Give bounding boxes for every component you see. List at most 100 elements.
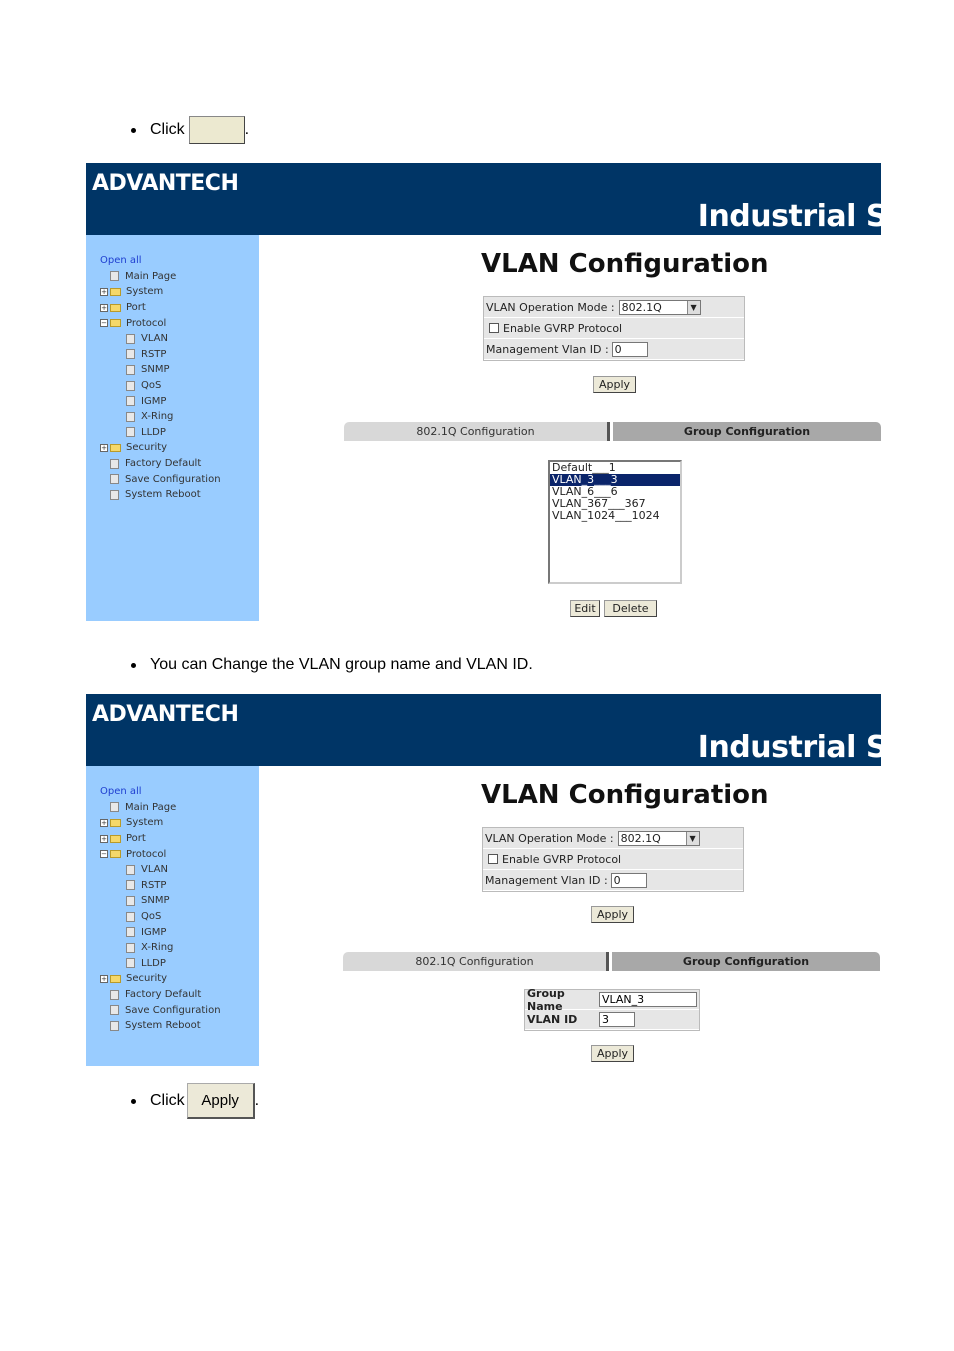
config-tabs: 802.1Q Configuration Group Configuration (344, 422, 881, 441)
page-icon (126, 333, 135, 344)
apply-group-button[interactable]: Apply (591, 1045, 634, 1062)
nav-tree: Open all Main Page + System + Port − Protoc… (100, 253, 221, 503)
nav-system[interactable]: + System (100, 815, 221, 831)
nav-system-reboot[interactable]: System Reboot (100, 487, 221, 503)
vlan-id-row: VLAN ID 3 (525, 1010, 699, 1030)
nav-protocol[interactable]: − Protocol (100, 846, 221, 862)
mode-select[interactable]: 802.1Q ▼ (618, 299, 701, 315)
delete-button[interactable]: Delete (604, 600, 657, 617)
nav-qos[interactable]: QoS (100, 378, 221, 394)
nav-security[interactable]: + Security (100, 971, 221, 987)
page-icon (126, 895, 135, 906)
nav-igmp[interactable]: IGMP (100, 924, 221, 940)
expand-icon[interactable]: + (100, 818, 108, 827)
brand-title: Industrial S (697, 730, 881, 765)
nav-qos[interactable]: QoS (100, 909, 221, 925)
nav-lldp[interactable]: LLDP (100, 425, 221, 441)
expand-icon[interactable]: + (100, 287, 108, 296)
nav-save-configuration[interactable]: Save Configuration (100, 1002, 221, 1018)
bullet-dot (131, 127, 136, 133)
gvrp-checkbox[interactable] (488, 854, 498, 864)
page-title: VLAN Configuration (481, 780, 769, 810)
advantech-logo: ADVANTECH (92, 702, 239, 727)
mgmt-label: Management Vlan ID : (486, 342, 609, 356)
nav-main-page[interactable]: Main Page (100, 269, 221, 285)
apply-button[interactable]: Apply (591, 906, 634, 923)
edit-button[interactable]: Edit (570, 600, 600, 617)
nav-port[interactable]: + Port (100, 300, 221, 316)
brand-title: Industrial S (697, 199, 881, 234)
expand-icon[interactable]: + (100, 974, 108, 983)
nav-x-ring[interactable]: X-Ring (100, 409, 221, 425)
gvrp-label: Enable GVRP Protocol (502, 852, 622, 866)
mode-row: VLAN Operation Mode : 802.1Q ▼ (483, 828, 743, 849)
config-tabs: 802.1Q Configuration Group Configuration (343, 952, 880, 971)
collapse-icon[interactable]: − (100, 319, 108, 328)
folder-icon (110, 818, 121, 827)
group-name-label: Group Name (527, 986, 565, 1013)
page-icon (126, 364, 135, 375)
step-3: Click Apply . (131, 1083, 259, 1119)
expand-icon[interactable]: + (100, 834, 108, 843)
screenshot-vlan-edit: ADVANTECH Industrial S Open all Main Pag… (86, 694, 881, 1066)
nav-protocol[interactable]: − Protocol (100, 315, 221, 331)
tab-8021q-configuration[interactable]: 802.1Q Configuration (343, 952, 609, 971)
mode-select[interactable]: 802.1Q ▼ (617, 830, 700, 846)
nav-vlan[interactable]: VLAN (100, 331, 221, 347)
group-name-input[interactable]: VLAN_3 (599, 992, 697, 1007)
folder-open-icon (110, 850, 121, 859)
group-edit-form: Group Name VLAN_3 VLAN ID 3 (524, 986, 700, 1031)
vlan-group-list[interactable]: Default___1 VLAN_3___3 VLAN_6___6 VLAN_3… (548, 460, 682, 584)
page-icon (126, 411, 135, 422)
tab-8021q-configuration[interactable]: 802.1Q Configuration (344, 422, 610, 441)
expand-icon[interactable]: + (100, 443, 108, 452)
nav-factory-default[interactable]: Factory Default (100, 456, 221, 472)
folder-icon (110, 834, 121, 843)
apply-button[interactable]: Apply (593, 376, 636, 393)
page-icon (110, 271, 119, 282)
vlan-settings-form: VLAN Operation Mode : 802.1Q ▼ Enable GVR… (483, 296, 745, 361)
expand-icon[interactable]: + (100, 303, 108, 312)
nav-system-reboot[interactable]: System Reboot (100, 1018, 221, 1034)
apply-button-sample: Apply (186, 1083, 255, 1119)
page-icon (126, 911, 135, 922)
gvrp-checkbox[interactable] (489, 323, 499, 333)
nav-main-page[interactable]: Main Page (100, 800, 221, 816)
page-icon (110, 458, 119, 469)
vlan-id-input[interactable]: 3 (599, 1012, 635, 1027)
page-icon (126, 942, 135, 953)
mgmt-vlan-input[interactable]: 0 (610, 872, 647, 888)
page-icon (110, 474, 119, 485)
tab-group-configuration[interactable]: Group Configuration (613, 422, 881, 441)
folder-icon (110, 303, 121, 312)
page-title: VLAN Configuration (481, 249, 769, 279)
gvrp-row: Enable GVRP Protocol (484, 318, 744, 339)
step-3-suffix: . (254, 1092, 260, 1109)
open-all-link[interactable]: Open all (100, 784, 221, 800)
nav-snmp[interactable]: SNMP (100, 893, 221, 909)
collapse-icon[interactable]: − (100, 850, 108, 859)
nav-igmp[interactable]: IGMP (100, 393, 221, 409)
tab-group-configuration[interactable]: Group Configuration (612, 952, 880, 971)
open-all-link[interactable]: Open all (100, 253, 221, 269)
nav-factory-default[interactable]: Factory Default (100, 987, 221, 1003)
gvrp-label: Enable GVRP Protocol (503, 321, 623, 335)
nav-save-configuration[interactable]: Save Configuration (100, 471, 221, 487)
nav-security[interactable]: + Security (100, 440, 221, 456)
mode-label: VLAN Operation Mode : (486, 300, 615, 314)
nav-vlan[interactable]: VLAN (100, 862, 221, 878)
vlan-settings-form: VLAN Operation Mode : 802.1Q ▼ Enable GVR… (482, 827, 744, 892)
nav-port[interactable]: + Port (100, 831, 221, 847)
nav-rstp[interactable]: RSTP (100, 878, 221, 894)
nav-rstp[interactable]: RSTP (100, 347, 221, 363)
step-1-prefix: Click (150, 121, 185, 138)
list-item[interactable]: VLAN_1024___1024 (550, 510, 680, 522)
bullet-dot (131, 1098, 136, 1104)
sidebar: Open all Main Page + System + Port − Protoc… (86, 766, 259, 1066)
mgmt-vlan-input[interactable]: 0 (611, 341, 648, 357)
nav-snmp[interactable]: SNMP (100, 362, 221, 378)
page-icon (126, 380, 135, 391)
nav-x-ring[interactable]: X-Ring (100, 940, 221, 956)
nav-system[interactable]: + System (100, 284, 221, 300)
nav-lldp[interactable]: LLDP (100, 956, 221, 972)
